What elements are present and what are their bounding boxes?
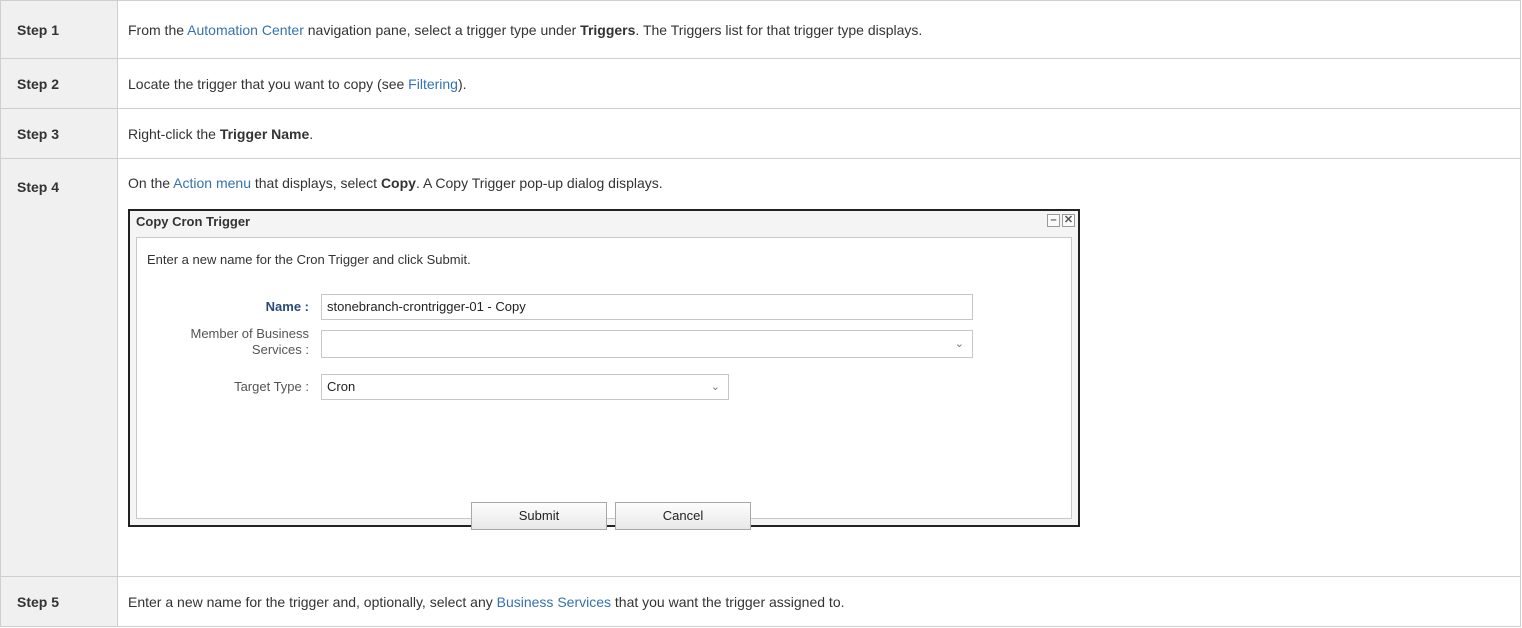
step-label: Step 1 [0, 0, 118, 59]
step-row-4: Step 4 On the Action menu that displays,… [0, 158, 1521, 577]
step-text: From the [128, 21, 188, 38]
step-text: Right-click the [128, 125, 220, 142]
step-text: Enter a new name for the trigger and, op… [128, 593, 497, 610]
dialog-title-bar[interactable]: Copy Cron Trigger – ✕ [130, 211, 1078, 233]
name-label: Name : [265, 299, 309, 314]
step-content: Right-click the Trigger Name. [117, 108, 1521, 159]
target-type-select[interactable]: Cron ⌄ [321, 374, 729, 400]
steps-table: Step 1 From the Automation Center naviga… [0, 0, 1521, 627]
target-type-value: Cron [327, 379, 356, 394]
step-content: From the Automation Center navigation pa… [117, 0, 1521, 59]
step-row-3: Step 3 Right-click the Trigger Name. [0, 108, 1521, 159]
automation-center-link[interactable]: Automation Center [187, 22, 304, 38]
step-text: . [309, 125, 314, 142]
trigger-name-bold-text: Trigger Name [219, 125, 310, 142]
member-of-business-services-select[interactable]: ⌄ [321, 330, 973, 358]
step-row-5: Step 5 Enter a new name for the trigger … [0, 576, 1521, 627]
step-text: On the [128, 175, 174, 191]
target-type-label: Target Type : [234, 379, 309, 394]
member-of-business-services-label: Member of Business Services : [109, 326, 310, 358]
minimize-icon[interactable]: – [1047, 214, 1060, 227]
step-text: navigation pane, select a trigger type u… [303, 21, 581, 38]
step-content: Locate the trigger that you want to copy… [117, 58, 1521, 109]
member-label-line2: Services : [251, 342, 309, 357]
step-text: . The Triggers list for that trigger typ… [635, 21, 923, 38]
step-label: Step 2 [0, 58, 118, 109]
step-row-2: Step 2 Locate the trigger that you want … [0, 58, 1521, 109]
step-label: Step 3 [0, 108, 118, 159]
step-text: ). [457, 75, 467, 92]
chevron-down-icon: ⌄ [710, 381, 720, 393]
business-services-link[interactable]: Business Services [497, 594, 611, 610]
dialog-title: Copy Cron Trigger [136, 214, 251, 229]
copy-bold-text: Copy [380, 175, 416, 191]
close-icon[interactable]: ✕ [1062, 214, 1075, 227]
step-label: Step 4 [0, 158, 118, 577]
dialog-instruction: Enter a new name for the Cron Trigger an… [147, 252, 471, 267]
cancel-button[interactable]: Cancel [615, 502, 751, 530]
step-content: On the Action menu that displays, select… [117, 158, 1521, 577]
submit-button[interactable]: Submit [471, 502, 607, 530]
filtering-link[interactable]: Filtering [408, 76, 458, 92]
step-label: Step 5 [0, 576, 118, 627]
triggers-bold-text: Triggers [580, 21, 636, 38]
member-label-line1: Member of Business [190, 326, 310, 341]
step-text: that displays, select [250, 175, 381, 191]
copy-cron-trigger-dialog: Copy Cron Trigger – ✕ Enter a new name f… [128, 209, 1080, 530]
step-text: . A Copy Trigger pop-up dialog displays. [415, 175, 663, 191]
chevron-down-icon: ⌄ [954, 338, 964, 350]
step-row-1: Step 1 From the Automation Center naviga… [0, 0, 1521, 59]
dialog-body: Enter a new name for the Cron Trigger an… [136, 237, 1072, 530]
step-text: Locate the trigger that you want to copy… [128, 75, 409, 92]
step-content: Enter a new name for the trigger and, op… [117, 576, 1521, 627]
name-field[interactable]: stonebranch-crontrigger-01 - Copy [321, 294, 973, 320]
step-text: that you want the trigger assigned to. [611, 593, 845, 610]
action-menu-link[interactable]: Action menu [173, 175, 251, 191]
